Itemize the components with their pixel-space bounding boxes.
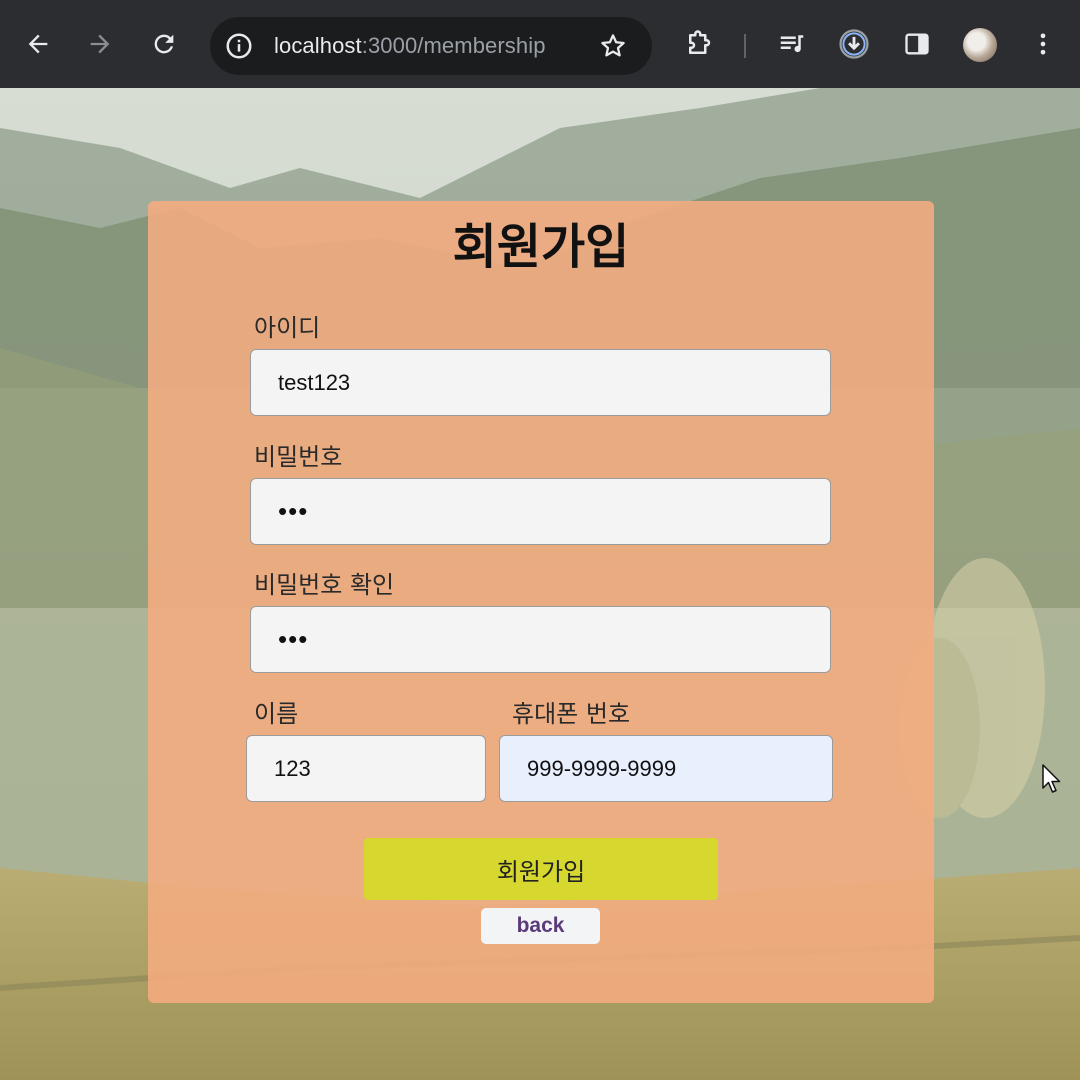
name-label: 이름 (254, 700, 299, 728)
reload-button[interactable] (146, 26, 182, 62)
address-bar[interactable]: localhost:3000/membership (210, 17, 652, 75)
side-panel-icon[interactable] (899, 26, 935, 62)
info-icon[interactable] (224, 31, 254, 61)
password-confirm-input[interactable]: ••• (250, 606, 831, 673)
password-label: 비밀번호 (254, 443, 343, 471)
name-input[interactable]: 123 (246, 735, 486, 802)
password-input[interactable]: ••• (250, 478, 831, 545)
star-icon[interactable] (598, 31, 628, 61)
page-title: 회원가입 (452, 219, 630, 275)
forward-button[interactable] (82, 26, 118, 62)
phone-label: 휴대폰 번호 (512, 700, 631, 728)
back-link-button[interactable]: back (481, 908, 600, 944)
reload-icon (154, 34, 174, 54)
back-button[interactable] (20, 26, 56, 62)
puzzle-icon[interactable] (681, 26, 717, 62)
arrow-right-icon (90, 34, 110, 54)
password-confirm-label: 비밀번호 확인 (254, 571, 395, 599)
download-icon[interactable] (836, 26, 872, 62)
mouse-cursor-icon (1042, 764, 1061, 793)
id-label: 아이디 (254, 314, 321, 342)
arrow-left-icon (28, 34, 48, 54)
phone-input[interactable]: 999-9999-9999 (499, 735, 833, 802)
browser-toolbar: localhost:3000/membership (0, 0, 1080, 88)
profile-avatar[interactable] (963, 28, 997, 62)
url-text: localhost:3000/membership (274, 33, 546, 58)
kebab-menu-icon[interactable] (1025, 26, 1061, 62)
media-playlist-icon[interactable] (774, 26, 810, 62)
toolbar-divider (744, 34, 746, 58)
signup-card: 회원가입 아이디 test123 비밀번호 ••• 비밀번호 확인 ••• 이름… (148, 201, 934, 1003)
id-input[interactable]: test123 (250, 349, 831, 416)
signup-submit-button[interactable]: 회원가입 (364, 838, 718, 900)
page-viewport: 회원가입 아이디 test123 비밀번호 ••• 비밀번호 확인 ••• 이름… (0, 88, 1080, 1080)
